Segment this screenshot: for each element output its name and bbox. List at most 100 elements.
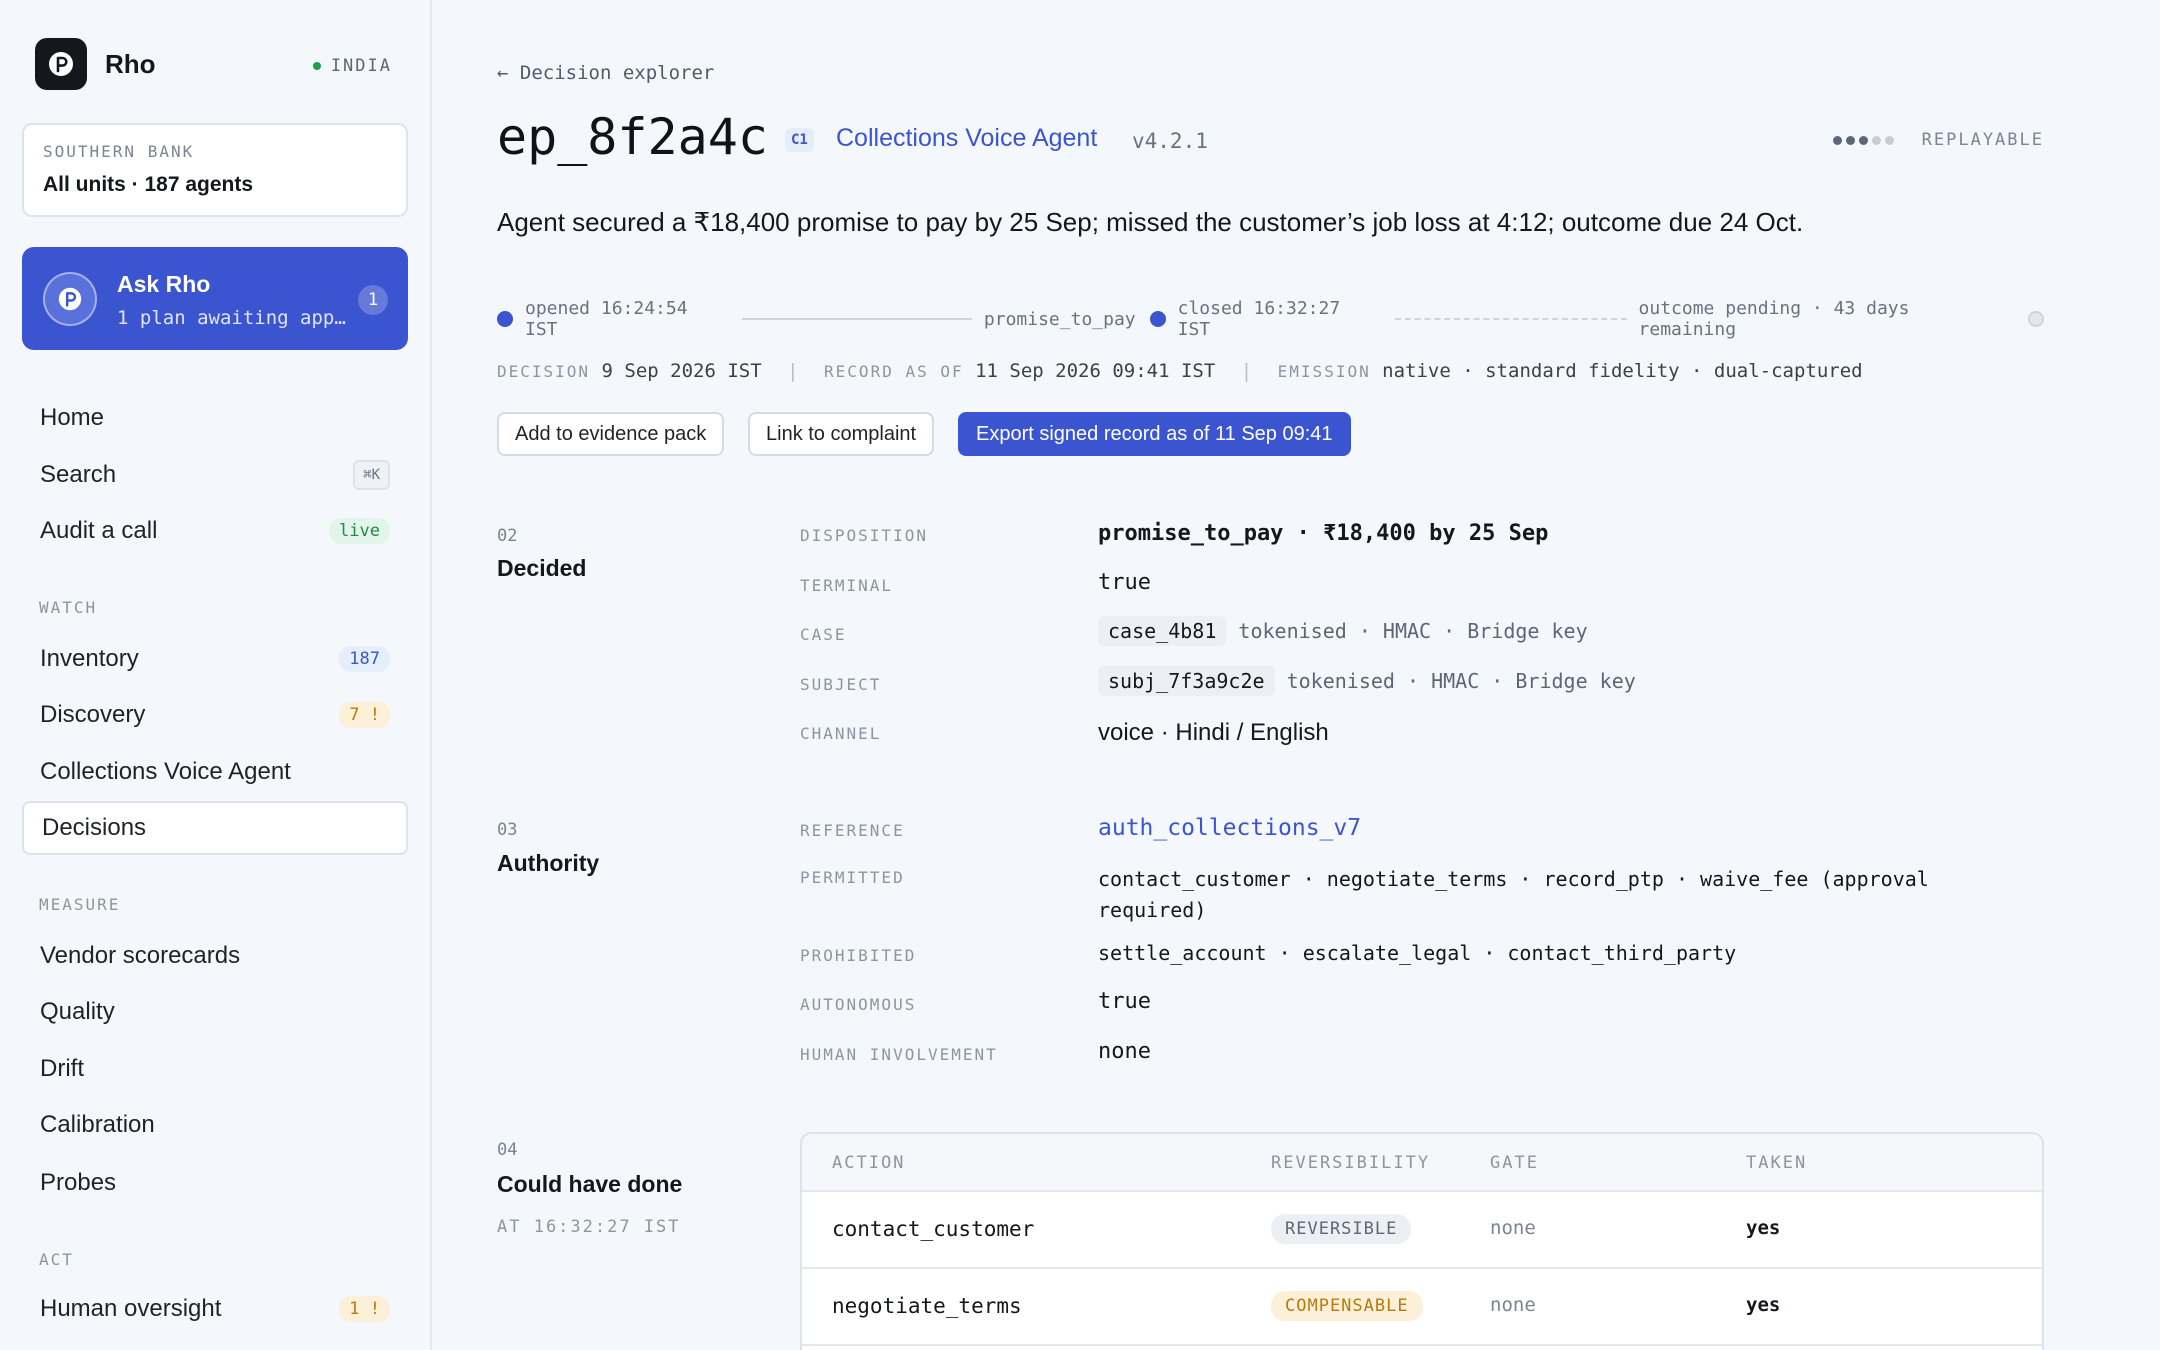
nav-audit[interactable]: Audit a call live [22, 504, 408, 558]
field-key: PROHIBITED [800, 946, 917, 965]
terminal-value: true [1098, 570, 1151, 595]
tier-badge: C1 [785, 128, 814, 152]
decision-meta: DECISION 9 Sep 2026 IST | RECORD AS OF 1… [497, 360, 1863, 382]
subject-value: subj_7f3a9c2e tokenised · HMAC · Bridge … [1098, 666, 1636, 696]
search-shortcut: ⌘K [353, 460, 390, 490]
nav-search[interactable]: Search ⌘K [22, 448, 408, 502]
column-header-taken[interactable]: TAKEN [1746, 1153, 1807, 1173]
meta-decision-key: DECISION [497, 362, 591, 381]
decision-summary: Agent secured a ₹18,400 promise to pay b… [497, 207, 1804, 237]
export-signed-record-button[interactable]: Export signed record as of 11 Sep 09:41 [958, 412, 1351, 456]
permitted-line: contact_customer · negotiate_terms · rec… [1098, 867, 1929, 891]
field-key: CASE [800, 625, 847, 644]
table-header: ACTION REVERSIBILITY GATE TAKEN [802, 1134, 2042, 1192]
agent-link[interactable]: Collections Voice Agent [836, 124, 1097, 153]
nav-audit-label: Audit a call [40, 517, 158, 544]
inventory-count-badge: 187 [339, 646, 390, 672]
episode-id: ep_8f2a4c [497, 108, 768, 166]
column-header-gate[interactable]: GATE [1490, 1153, 1539, 1173]
subject-note: tokenised · HMAC · Bridge key [1286, 669, 1636, 693]
section-number: 02 [497, 526, 518, 546]
reversibility-badge: REVERSIBLE [1271, 1214, 1412, 1244]
case-token-chip[interactable]: case_4b81 [1098, 616, 1227, 646]
section-measure: MEASURE [39, 895, 121, 914]
nav-home-label: Home [40, 404, 105, 431]
nav-human-oversight[interactable]: Human oversight 1 ! [22, 1282, 408, 1336]
section-title-could-have-done: Could have done [497, 1171, 683, 1197]
action-cell: negotiate_terms [832, 1294, 1022, 1318]
section-title-authority: Authority [497, 850, 600, 876]
nav-quality[interactable]: Quality [22, 985, 408, 1039]
authority-reference-link[interactable]: auth_collections_v7 [1098, 815, 1361, 841]
nav-quality-label: Quality [40, 998, 115, 1025]
nav-search-label: Search [40, 461, 117, 488]
sidebar: Rho INDIA SOUTHERN BANK All units · 187 … [0, 0, 432, 1350]
brand[interactable]: Rho [35, 38, 156, 90]
nav-discovery[interactable]: Discovery 7 ! [22, 688, 408, 742]
ask-rho-button[interactable]: Ask Rho 1 plan awaiting approval 1 [22, 247, 408, 350]
nav-oversight-label: Human oversight [40, 1295, 222, 1322]
nav-calibration-label: Calibration [40, 1111, 155, 1138]
column-header-reversibility[interactable]: REVERSIBILITY [1271, 1153, 1430, 1173]
nav-collections-voice-agent[interactable]: Collections Voice Agent [22, 745, 408, 799]
live-badge: live [329, 518, 390, 544]
fidelity-dot-icon [1872, 136, 1881, 145]
discovery-alert-badge: 7 ! [339, 702, 390, 728]
section-title-decided: Decided [497, 555, 587, 581]
human-involvement-value: none [1098, 1039, 1151, 1064]
field-key: SUBJECT [800, 675, 882, 694]
nav-decisions[interactable]: Decisions [22, 801, 408, 855]
ask-rho-title: Ask Rho [117, 271, 211, 297]
nav-drift[interactable]: Drift [22, 1042, 408, 1096]
subject-token-chip[interactable]: subj_7f3a9c2e [1098, 666, 1275, 696]
nav-probes[interactable]: Probes [22, 1156, 408, 1210]
link-to-complaint-button[interactable]: Link to complaint [748, 412, 935, 456]
meta-separator: | [1240, 360, 1253, 382]
add-to-evidence-pack-button[interactable]: Add to evidence pack [497, 412, 725, 456]
region-label: INDIA [330, 56, 392, 76]
back-link[interactable]: ← Decision explorer [497, 62, 714, 84]
table-row[interactable]: contact_customer REVERSIBLE none yes [802, 1192, 2042, 1269]
decision-timeline: opened 16:24:54 IST promise_to_pay close… [497, 298, 2044, 340]
meta-separator: | [787, 360, 799, 382]
channel-value: voice · Hindi / English [1098, 719, 1329, 746]
disposition-value: promise_to_pay · ₹18,400 by 25 Sep [1098, 521, 1549, 546]
nav-decisions-label: Decisions [42, 814, 147, 841]
fidelity-dot-icon [1885, 136, 1894, 145]
case-note: tokenised · HMAC · Bridge key [1238, 619, 1588, 643]
nav-discovery-label: Discovery [40, 701, 146, 728]
org-value: All units · 187 agents [43, 173, 254, 196]
section-subtitle: AT 16:32:27 IST [497, 1217, 681, 1237]
nav-home[interactable]: Home [22, 391, 408, 445]
fidelity-dot-icon [1846, 136, 1855, 145]
meta-record-key: RECORD AS OF [824, 362, 964, 381]
ask-rho-subtitle: 1 plan awaiting approval [117, 307, 347, 329]
gate-cell: none [1490, 1217, 1536, 1239]
pending-dot-icon [2028, 311, 2044, 327]
section-watch: WATCH [39, 598, 98, 617]
nav-inventory[interactable]: Inventory 187 [22, 632, 408, 686]
field-key: CHANNEL [800, 724, 882, 743]
taken-cell: yes [1746, 1294, 1781, 1316]
reversibility-badge: COMPENSABLE [1271, 1291, 1423, 1321]
opened-dot-icon [497, 311, 513, 327]
nav-vendor-label: Vendor scorecards [40, 942, 241, 969]
timeline-disposition: promise_to_pay [983, 308, 1136, 330]
nav-vendor-scorecards[interactable]: Vendor scorecards [22, 929, 408, 983]
brand-name: Rho [105, 48, 156, 79]
action-cell: contact_customer [832, 1217, 1035, 1241]
permitted-value: contact_customer · negotiate_terms · rec… [1098, 864, 1929, 926]
org-label: SOUTHERN BANK [43, 142, 195, 161]
org-switcher[interactable]: SOUTHERN BANK All units · 187 agents [22, 123, 408, 217]
prohibited-value: settle_account · escalate_legal · contac… [1098, 941, 1737, 965]
agent-version: v4.2.1 [1132, 129, 1208, 153]
table-row[interactable]: negotiate_terms COMPENSABLE none yes [802, 1269, 2042, 1346]
nav-probes-label: Probes [40, 1169, 117, 1196]
nav-calibration[interactable]: Calibration [22, 1098, 408, 1152]
timeline-segment [741, 318, 972, 320]
fidelity-dots-icon [1833, 136, 1894, 145]
field-key: AUTONOMOUS [800, 995, 917, 1014]
nav-drift-label: Drift [40, 1055, 84, 1082]
timeline-pending: outcome pending · 43 days remaining [1638, 298, 1910, 340]
column-header-action[interactable]: ACTION [832, 1153, 905, 1173]
